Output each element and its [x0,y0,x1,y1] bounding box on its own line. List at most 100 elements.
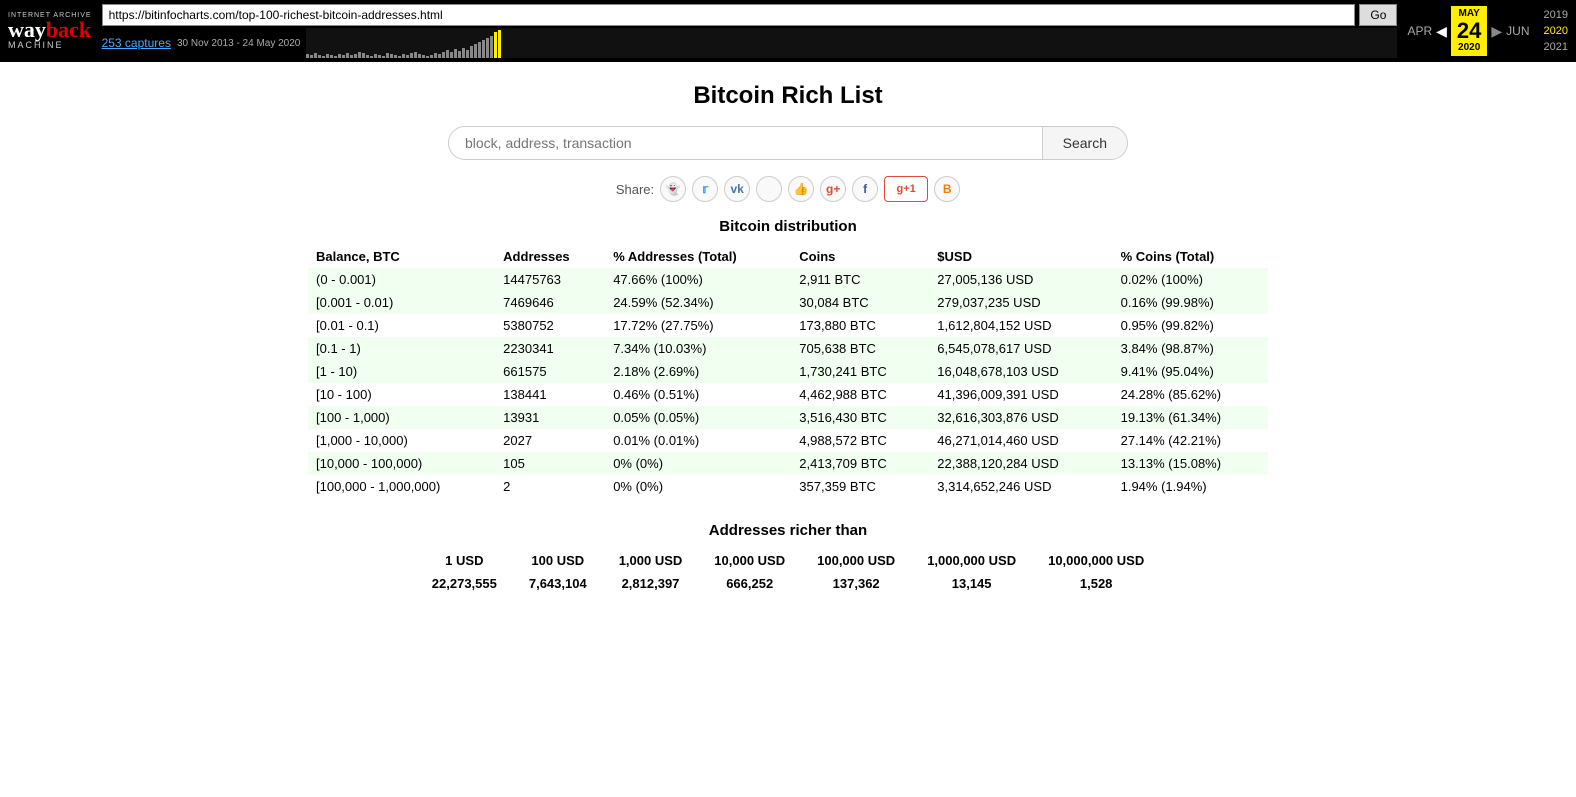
search-input[interactable] [449,127,1042,159]
share-label: Share: [616,182,654,197]
richer-col-header: 1 USD [416,549,513,572]
captures-link[interactable]: 253 captures [102,36,171,50]
cell-balance: [0.001 - 0.01) [308,291,495,314]
search-box-wrapper: Search [448,126,1128,160]
richer-header-row: 1 USD100 USD1,000 USD10,000 USD100,000 U… [416,549,1160,572]
distribution-section: Bitcoin distribution Balance, BTC Addres… [308,218,1268,498]
cell-addresses: 138441 [495,383,605,406]
captures-date: 30 Nov 2013 - 24 May 2020 [177,38,300,49]
url-bar-area: Go 253 captures 30 Nov 2013 - 24 May 202… [102,4,1398,58]
year-2021: 2021 [1544,41,1568,53]
cell-pct_coins: 27.14% (42.21%) [1113,429,1268,452]
like-share-button[interactable]: 👍 [788,176,814,202]
cell-pct_addr: 47.66% (100%) [605,268,791,291]
col-pct-coins: % Coins (Total) [1113,245,1268,268]
richer-col-header: 100 USD [513,549,603,572]
richer-value: 1,528 [1032,572,1160,595]
cell-coins: 4,988,572 BTC [791,429,929,452]
timeline-row: 253 captures 30 Nov 2013 - 24 May 2020 [102,28,1398,58]
distribution-title: Bitcoin distribution [308,218,1268,235]
url-row: Go [102,4,1398,26]
cell-pct_coins: 13.13% (15.08%) [1113,452,1268,475]
cell-coins: 1,730,241 BTC [791,360,929,383]
cell-pct_addr: 2.18% (2.69%) [605,360,791,383]
reddit-share-button[interactable]: 👻 [660,176,686,202]
richer-col-header: 10,000 USD [698,549,801,572]
cell-usd: 46,271,014,460 USD [929,429,1112,452]
distribution-row: [1,000 - 10,000)20270.01% (0.01%)4,988,5… [308,429,1268,452]
distribution-row: [10 - 100)1384410.46% (0.51%)4,462,988 B… [308,383,1268,406]
richer-col-header: 100,000 USD [801,549,911,572]
main-content: Bitcoin Rich List Search Share: 👻 𝕣 vk 👍… [288,62,1288,615]
cell-coins: 4,462,988 BTC [791,383,929,406]
cell-pct_addr: 17.72% (27.75%) [605,314,791,337]
page-title: Bitcoin Rich List [308,82,1268,110]
col-usd: $USD [929,245,1112,268]
cell-pct_coins: 0.16% (99.98%) [1113,291,1268,314]
cell-pct_coins: 24.28% (85.62%) [1113,383,1268,406]
prev-arrow[interactable]: ◀ [1436,23,1447,40]
distribution-row: [1 - 10)6615752.18% (2.69%)1,730,241 BTC… [308,360,1268,383]
search-area: Search [308,126,1268,160]
next-arrow[interactable]: ▶ [1491,23,1502,40]
gplus-share-button[interactable]: g+ [820,176,846,202]
col-pct-addr: % Addresses (Total) [605,245,791,268]
go-button[interactable]: Go [1359,4,1397,26]
richer-value: 22,273,555 [416,572,513,595]
cell-coins: 2,413,709 BTC [791,452,929,475]
cell-coins: 2,911 BTC [791,268,929,291]
distribution-row: [100,000 - 1,000,000)20% (0%)357,359 BTC… [308,475,1268,498]
year-2020: 2020 [1544,25,1568,37]
distribution-table: Balance, BTC Addresses % Addresses (Tota… [308,245,1268,498]
distribution-row: [10,000 - 100,000)1050% (0%)2,413,709 BT… [308,452,1268,475]
cell-balance: [10,000 - 100,000) [308,452,495,475]
cell-pct_addr: 0.01% (0.01%) [605,429,791,452]
cell-balance: [10 - 100) [308,383,495,406]
twitter-share-button[interactable]: 𝕣 [692,176,718,202]
cell-usd: 6,545,078,617 USD [929,337,1112,360]
year-2019: 2019 [1544,9,1568,21]
distribution-row: [100 - 1,000)139310.05% (0.05%)3,516,430… [308,406,1268,429]
wayback-header: INTERNET ARCHIVE wayback Machine Go 253 … [0,0,1576,62]
richer-title: Addresses richer than [308,522,1268,539]
search-button[interactable]: Search [1042,127,1127,159]
distribution-row: [0.1 - 1)22303417.34% (10.03%)705,638 BT… [308,337,1268,360]
richer-value: 2,812,397 [603,572,699,595]
cell-pct_coins: 0.02% (100%) [1113,268,1268,291]
cell-pct_coins: 3.84% (98.87%) [1113,337,1268,360]
richer-col-header: 1,000 USD [603,549,699,572]
cell-coins: 705,638 BTC [791,337,929,360]
cell-addresses: 2230341 [495,337,605,360]
active-year: 2020 [1458,42,1480,54]
blogger-share-button[interactable]: B [934,176,960,202]
richer-col-header: 1,000,000 USD [911,549,1032,572]
cell-addresses: 13931 [495,406,605,429]
cell-pct_addr: 7.34% (10.03%) [605,337,791,360]
wayback-logo: INTERNET ARCHIVE wayback Machine [8,12,92,50]
weibo-share-button[interactable] [756,176,782,202]
cell-addresses: 5380752 [495,314,605,337]
richer-col-header: 10,000,000 USD [1032,549,1160,572]
cell-coins: 357,359 BTC [791,475,929,498]
cell-addresses: 2027 [495,429,605,452]
cell-coins: 173,880 BTC [791,314,929,337]
distribution-tbody: (0 - 0.001)1447576347.66% (100%)2,911 BT… [308,268,1268,498]
cell-balance: [0.01 - 0.1) [308,314,495,337]
cell-usd: 41,396,009,391 USD [929,383,1112,406]
col-balance: Balance, BTC [308,245,495,268]
cell-addresses: 2 [495,475,605,498]
cell-pct_coins: 1.94% (1.94%) [1113,475,1268,498]
url-input[interactable] [102,4,1356,26]
cell-pct_addr: 0% (0%) [605,452,791,475]
col-coins: Coins [791,245,929,268]
share-row: Share: 👻 𝕣 vk 👍 g+ f g+1 B [308,176,1268,202]
cell-usd: 279,037,235 USD [929,291,1112,314]
next-year-label: JUN [1506,24,1529,38]
cell-usd: 27,005,136 USD [929,268,1112,291]
cell-coins: 3,516,430 BTC [791,406,929,429]
page-title-area: Bitcoin Rich List [308,82,1268,110]
facebook-share-button[interactable]: f [852,176,878,202]
gplusone-share-button[interactable]: g+1 [884,176,928,202]
richer-table: 1 USD100 USD1,000 USD10,000 USD100,000 U… [416,549,1160,595]
vk-share-button[interactable]: vk [724,176,750,202]
